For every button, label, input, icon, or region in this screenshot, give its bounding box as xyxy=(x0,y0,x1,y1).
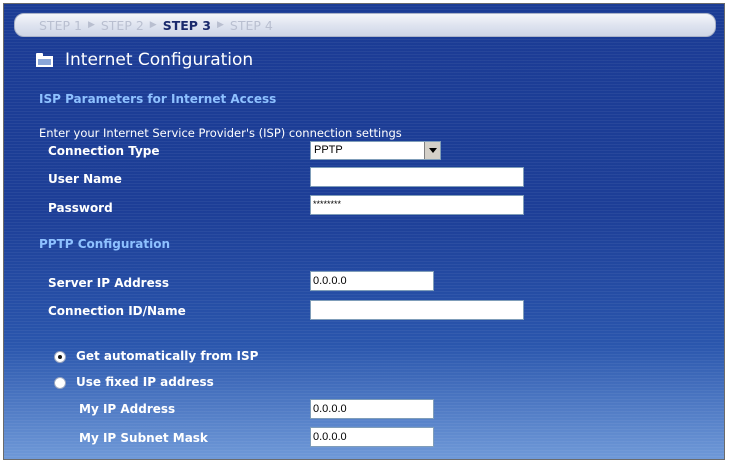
page-header: Internet Configuration xyxy=(36,50,253,70)
step-progress-bar: STEP 1 ▶ STEP 2 ▶ STEP 3 ▶ STEP 4 xyxy=(14,13,716,37)
step-separator-icon: ▶ xyxy=(149,20,157,30)
auto-ip-radio[interactable] xyxy=(54,351,66,363)
step-1: STEP 1 xyxy=(39,17,82,33)
pptp-section-title: PPTP Configuration xyxy=(39,237,171,251)
step-separator-icon: ▶ xyxy=(217,20,224,30)
password-label: Password xyxy=(48,201,113,215)
step-3: STEP 3 xyxy=(162,17,211,33)
user-name-label: User Name xyxy=(48,172,122,186)
auto-ip-label: Get automatically from ISP xyxy=(76,349,259,363)
step-4: STEP 4 xyxy=(229,17,273,33)
my-ip-label: My IP Address xyxy=(79,402,176,416)
wizard-panel: STEP 1 ▶ STEP 2 ▶ STEP 3 ▶ STEP 4 Intern… xyxy=(3,3,725,460)
server-ip-input[interactable]: 0.0.0.0 xyxy=(310,271,434,291)
user-name-input[interactable] xyxy=(310,167,524,187)
fixed-ip-label: Use fixed IP address xyxy=(76,375,214,389)
connection-type-label: Connection Type xyxy=(48,144,160,158)
connection-type-select[interactable]: PPTP xyxy=(310,141,441,160)
page-title: Internet Configuration xyxy=(65,50,254,70)
step-2: STEP 2 xyxy=(100,17,144,33)
connection-type-value: PPTP xyxy=(314,144,343,156)
connection-id-input[interactable] xyxy=(310,300,524,320)
folder-icon xyxy=(36,53,53,67)
isp-section-title: ISP Parameters for Internet Access xyxy=(39,92,277,106)
step-separator-icon: ▶ xyxy=(87,20,95,30)
connection-id-label: Connection ID/Name xyxy=(48,304,186,318)
fixed-ip-radio[interactable] xyxy=(54,377,66,389)
subnet-mask-label: My IP Subnet Mask xyxy=(79,431,208,445)
isp-description: Enter your Internet Service Provider's (… xyxy=(39,126,402,140)
my-ip-input[interactable]: 0.0.0.0 xyxy=(310,399,434,419)
password-input[interactable]: ******** xyxy=(310,195,524,215)
server-ip-label: Server IP Address xyxy=(48,276,170,290)
subnet-mask-input[interactable]: 0.0.0.0 xyxy=(310,427,434,447)
chevron-down-icon[interactable] xyxy=(424,142,440,159)
